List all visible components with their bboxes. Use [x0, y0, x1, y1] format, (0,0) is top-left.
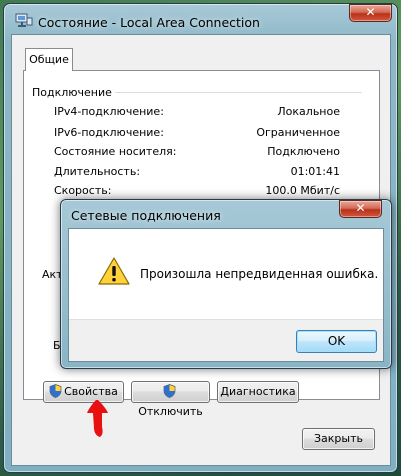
speed-label: Скорость:	[54, 184, 112, 197]
close-icon: ✕	[365, 5, 376, 19]
duration-value: 01:01:41	[290, 165, 340, 178]
window-close-button[interactable]: ✕	[349, 4, 392, 22]
ipv6-label: IPv6-подключение:	[54, 126, 164, 139]
dialog-client-area: Произошла непредвиденная ошибка. OK	[68, 228, 384, 362]
dialog-close-button[interactable]: ✕	[339, 200, 382, 218]
tab-general[interactable]: Общие	[25, 48, 73, 71]
network-icon	[15, 13, 33, 27]
media-state-label: Состояние носителя:	[54, 145, 177, 158]
dialog-message: Произошла непредвиденная ошибка.	[140, 267, 379, 281]
dialog-footer: OK	[69, 319, 383, 361]
ok-button[interactable]: OK	[296, 330, 377, 353]
media-state-value: Подключено	[267, 145, 340, 158]
shield-icon	[49, 384, 62, 398]
close-icon: ✕	[355, 201, 366, 215]
ipv6-value: Ограниченное	[256, 126, 340, 139]
ipv4-value: Локальное	[277, 105, 340, 118]
dialog-title: Сетевые подключения	[71, 208, 221, 223]
group-divider	[115, 92, 362, 93]
disable-button-label: Отключить	[138, 405, 203, 418]
connection-group-label: Подключение	[30, 86, 114, 99]
close-button-label: Закрыть	[314, 432, 363, 445]
arrow-up-icon	[87, 400, 108, 437]
diagnostics-button[interactable]: Диагностика	[217, 381, 299, 403]
close-button[interactable]: Закрыть	[302, 428, 375, 450]
ipv4-label: IPv4-подключение:	[54, 105, 164, 118]
disable-button[interactable]: Отключить	[131, 381, 210, 418]
warning-icon	[98, 257, 130, 285]
duration-label: Длительность:	[54, 165, 141, 178]
window-title: Состояние - Local Area Connection	[38, 15, 260, 30]
speed-value: 100.0 Мбит/с	[265, 184, 340, 197]
error-dialog: Сетевые подключения ✕ Произошла непредви…	[60, 199, 392, 369]
shield-icon	[163, 384, 176, 398]
diagnostics-button-label: Диагностика	[220, 385, 296, 398]
properties-button-label: Свойства	[64, 385, 118, 398]
